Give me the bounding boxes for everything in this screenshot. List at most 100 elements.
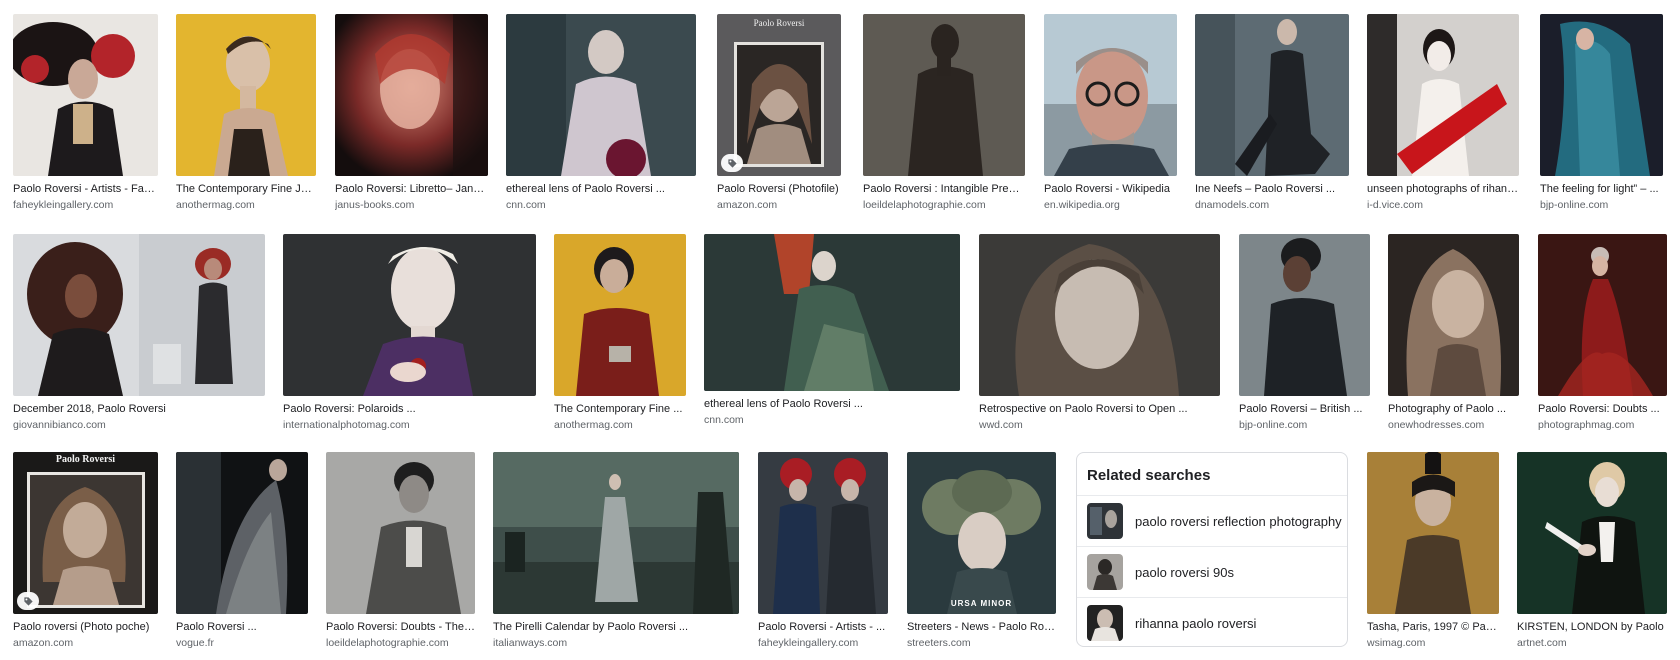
result-title[interactable]: Streeters - News - Paolo Roversi [907,620,1056,634]
image-result[interactable]: Retrospective on Paolo Roversi to Open .… [979,234,1220,432]
image-result[interactable]: Paolo Roversi: Doubts ... photographmag.… [1538,234,1667,432]
result-thumbnail[interactable] [1239,234,1370,396]
result-thumbnail[interactable] [1367,14,1519,176]
result-thumbnail[interactable] [283,234,536,396]
image-result[interactable]: Paolo Roversi – British ... bjp-online.c… [1239,234,1370,432]
result-source: bjp-online.com [1540,199,1609,211]
result-title[interactable]: Paolo Roversi: Doubts - The ... [326,620,475,634]
image-result[interactable]: Paolo Roversi - Artists - Fahey/Klein Ga… [13,14,158,212]
image-result[interactable]: Paolo Roversi - Wikipedia en.wikipedia.o… [1044,14,1177,212]
result-source: giovannibianco.com [13,419,106,431]
result-thumbnail[interactable] [1540,14,1663,176]
image-result[interactable]: URSA MINOR Streeters - News - Paolo Rove… [907,452,1056,650]
result-thumbnail[interactable]: URSA MINOR [907,452,1056,614]
image-result[interactable]: Paolo Roversi : Intangible Presence loei… [863,14,1025,212]
result-thumbnail[interactable] [13,234,265,396]
result-title[interactable]: Paolo Roversi ... [176,620,308,634]
result-thumbnail[interactable]: Paolo Roversi [13,452,158,614]
result-thumbnail[interactable] [13,14,158,176]
book-cover-title: Paolo Roversi [753,18,805,28]
result-title[interactable]: Retrospective on Paolo Roversi to Open .… [979,402,1220,416]
result-thumbnail[interactable] [863,14,1025,176]
image-result[interactable]: Paolo Roversi Paolo roversi (Photo poche… [13,452,158,650]
result-thumbnail[interactable] [506,14,696,176]
result-title[interactable]: Photography of Paolo ... [1388,402,1519,416]
image-result[interactable]: Paolo Roversi ... vogue.fr [176,452,308,650]
image-result[interactable]: Paolo Roversi - Artists - ... faheyklein… [758,452,888,650]
image-result[interactable]: Paolo Roversi: Libretto– Janus Books jan… [335,14,488,212]
image-result[interactable]: unseen photographs of rihanna i-d.vice.c… [1367,14,1519,212]
result-title[interactable]: KIRSTEN, LONDON by Paolo [1517,620,1667,634]
result-title[interactable]: Paolo Roversi: Libretto– Janus Books [335,182,488,196]
result-title[interactable]: Paolo Roversi - Artists - ... [758,620,888,634]
result-source: internationalphotomag.com [283,419,410,431]
result-source: faheykleingallery.com [758,637,859,649]
result-title[interactable]: The Contemporary Fine ... [554,402,686,416]
result-source: onewhodresses.com [1388,419,1485,431]
result-thumbnail[interactable] [1367,452,1499,614]
result-thumbnail[interactable] [1044,14,1177,176]
result-title[interactable]: The Pirelli Calendar by Paolo Roversi ..… [493,620,739,634]
result-title[interactable]: Paolo Roversi – British ... [1239,402,1370,416]
result-title[interactable]: ethereal lens of Paolo Roversi ... [704,397,960,411]
result-thumbnail[interactable] [176,14,316,176]
result-title[interactable]: Paolo Roversi - Wikipedia [1044,182,1177,196]
result-thumbnail[interactable] [1388,234,1519,396]
product-tag[interactable] [17,592,39,610]
related-searches-title: Related searches [1087,467,1211,484]
result-thumbnail[interactable] [1538,234,1667,396]
result-source: janus-books.com [335,199,415,211]
result-thumbnail[interactable] [176,452,308,614]
result-thumbnail[interactable]: Paolo Roversi [717,14,841,176]
result-source: loeildelaphotographie.com [326,637,449,649]
result-title[interactable]: unseen photographs of rihanna [1367,182,1519,196]
related-search-item[interactable]: rihanna paolo roversi [1077,597,1347,646]
result-title[interactable]: Paolo Roversi - Artists - Fahey/Klein Ga… [13,182,158,196]
tag-icon [23,596,33,606]
result-thumbnail[interactable] [979,234,1220,396]
result-thumbnail[interactable] [554,234,686,396]
image-result[interactable]: The Pirelli Calendar by Paolo Roversi ..… [493,452,739,650]
image-result[interactable]: The Contemporary Fine ... anothermag.com [554,234,686,432]
result-thumbnail[interactable] [704,234,960,391]
result-thumbnail[interactable] [1195,14,1349,176]
image-result[interactable]: The feeling for light” – ... bjp-online.… [1540,14,1663,212]
image-result[interactable]: Paolo Roversi: Doubts - The ... loeildel… [326,452,475,650]
image-result[interactable]: Paolo Roversi Paolo Roversi (Photofile) … [717,14,841,212]
image-result[interactable]: December 2018, Paolo Roversi giovannibia… [13,234,265,432]
image-result[interactable]: ethereal lens of Paolo Roversi ... cnn.c… [506,14,696,212]
result-title[interactable]: Tasha, Paris, 1997 © Paolo [1367,620,1499,634]
image-result[interactable]: KIRSTEN, LONDON by Paolo artnet.com [1517,452,1667,650]
image-result[interactable]: Paolo Roversi: Polaroids ... internation… [283,234,536,432]
result-source: dnamodels.com [1195,199,1270,211]
image-result[interactable]: ethereal lens of Paolo Roversi ... cnn.c… [704,234,960,427]
result-thumbnail[interactable] [493,452,739,614]
related-thumbnail [1087,605,1123,641]
result-thumbnail[interactable] [758,452,888,614]
result-thumbnail[interactable] [326,452,475,614]
image-result[interactable]: Photography of Paolo ... onewhodresses.c… [1388,234,1519,432]
result-thumbnail[interactable] [335,14,488,176]
result-title[interactable]: The Contemporary Fine Jewellery [176,182,316,196]
related-search-item[interactable]: paolo roversi 90s [1077,546,1347,597]
result-title[interactable]: Ine Neefs – Paolo Roversi ... [1195,182,1349,196]
result-title[interactable]: The feeling for light” – ... [1540,182,1663,196]
result-source: i-d.vice.com [1367,199,1424,211]
image-result[interactable]: The Contemporary Fine Jewellery anotherm… [176,14,316,212]
result-title[interactable]: ethereal lens of Paolo Roversi ... [506,182,696,196]
result-thumbnail[interactable] [1517,452,1667,614]
result-title[interactable]: Paolo Roversi : Intangible Presence [863,182,1025,196]
image-result[interactable]: Tasha, Paris, 1997 © Paolo wsimag.com [1367,452,1499,650]
result-title[interactable]: Paolo Roversi: Polaroids ... [283,402,536,416]
result-source: amazon.com [13,637,74,649]
result-title[interactable]: Paolo roversi (Photo poche) [13,620,158,634]
related-search-item[interactable]: paolo roversi reflection photography [1077,495,1347,546]
tag-icon [727,158,737,168]
result-title[interactable]: Paolo Roversi (Photofile) [717,182,841,196]
related-searches-card: Related searches paolo roversi reflectio… [1076,452,1348,647]
result-source: amazon.com [717,199,778,211]
image-result[interactable]: Ine Neefs – Paolo Roversi ... dnamodels.… [1195,14,1349,212]
result-title[interactable]: December 2018, Paolo Roversi [13,402,265,416]
product-tag[interactable] [721,154,743,172]
result-title[interactable]: Paolo Roversi: Doubts ... [1538,402,1667,416]
